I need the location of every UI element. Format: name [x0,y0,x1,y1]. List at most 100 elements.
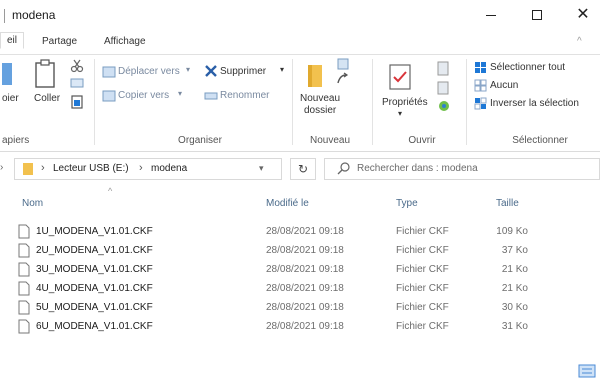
search-box[interactable]: Rechercher dans : modena [324,158,600,180]
table-row[interactable]: 6U_MODENA_V1.01.CKF 28/08/2021 09:18 Fic… [18,317,528,337]
file-type: Fichier CKF [396,264,449,275]
pin-icon[interactable] [2,61,14,89]
window-title: modena [12,8,56,22]
file-type: Fichier CKF [396,226,449,237]
breadcrumb-separator-icon: › [139,162,143,174]
file-name: 2U_MODENA_V1.01.CKF [36,245,153,256]
copy-to-dropdown-icon[interactable]: ▾ [178,89,182,98]
edit-icon[interactable] [436,81,452,95]
table-row[interactable]: 1U_MODENA_V1.01.CKF 28/08/2021 09:18 Fic… [18,222,528,242]
column-header-modified[interactable]: Modifié le [266,198,309,209]
close-button[interactable]: ✕ [560,0,600,30]
file-icon [18,262,30,277]
address-bar[interactable]: › Lecteur USB (E:) › modena ▾ [14,158,282,180]
nav-up-arrow-icon[interactable]: › [0,162,3,173]
table-row[interactable]: 5U_MODENA_V1.01.CKF 28/08/2021 09:18 Fic… [18,298,528,318]
file-type: Fichier CKF [396,283,449,294]
file-size: 31 Ko [501,321,528,332]
table-row[interactable]: 2U_MODENA_V1.01.CKF 28/08/2021 09:18 Fic… [18,241,528,261]
usb-drive-icon [23,163,33,175]
file-name: 5U_MODENA_V1.01.CKF [36,302,153,313]
properties-icon[interactable] [388,63,412,91]
file-type: Fichier CKF [396,245,449,256]
organize-group-label: Organiser [178,135,222,146]
select-none-button[interactable]: Aucun [490,80,518,91]
delete-button[interactable]: Supprimer [220,66,266,77]
open-icon[interactable] [436,61,452,77]
new-folder-button-line2[interactable]: dossier [304,105,336,116]
title-bar: modena ✕ [0,0,600,30]
column-header-type[interactable]: Type [396,198,418,209]
paste-shortcut-icon[interactable] [70,95,84,109]
breadcrumb-modena[interactable]: modena [151,163,187,174]
new-folder-icon[interactable] [304,63,326,89]
table-row[interactable]: 4U_MODENA_V1.01.CKF 28/08/2021 09:18 Fic… [18,279,528,299]
column-header-name[interactable]: Nom [22,198,43,209]
cut-icon[interactable] [70,59,84,73]
file-size: 37 Ko [501,245,528,256]
clipboard-group-label: apiers [2,135,30,146]
breadcrumb-usb-drive[interactable]: Lecteur USB (E:) [53,163,129,174]
select-all-button[interactable]: Sélectionner tout [490,62,565,73]
file-icon [18,281,30,296]
invert-selection-button[interactable]: Inverser la sélection [490,98,579,109]
file-list: ^ Nom Modifié le Type Taille 1U_MODENA_V… [0,186,600,380]
delete-dropdown-icon[interactable]: ▾ [280,65,284,74]
file-name: 3U_MODENA_V1.01.CKF [36,264,153,275]
paste-icon[interactable] [34,59,56,89]
file-modified: 28/08/2021 09:18 [266,264,344,275]
file-modified: 28/08/2021 09:18 [266,321,344,332]
pin-label[interactable]: oier [2,93,19,104]
rename-button[interactable]: Renommer [220,90,269,101]
title-separator [4,9,5,23]
file-size: 21 Ko [501,264,528,275]
ribbon-separator [466,59,467,145]
file-name: 6U_MODENA_V1.01.CKF [36,321,153,332]
table-row[interactable]: 3U_MODENA_V1.01.CKF 28/08/2021 09:18 Fic… [18,260,528,280]
select-none-icon[interactable] [474,79,488,93]
file-icon [18,300,30,315]
refresh-button[interactable]: ↻ [290,158,316,180]
file-name: 1U_MODENA_V1.01.CKF [36,226,153,237]
details-view-icon[interactable] [578,364,596,378]
file-size: 109 Ko [496,226,528,237]
sort-caret-icon: ^ [108,186,113,196]
breadcrumb-separator-icon: › [41,162,45,174]
properties-button[interactable]: Propriétés [382,97,428,108]
open-group-label: Ouvrir [408,135,436,146]
file-type: Fichier CKF [396,321,449,332]
file-icon [18,224,30,239]
file-type: Fichier CKF [396,302,449,313]
address-dropdown-icon[interactable]: ▾ [259,163,264,174]
tab-accueil[interactable]: eil [0,32,25,49]
maximize-button[interactable] [514,0,560,30]
search-placeholder: Rechercher dans : modena [357,163,478,174]
move-to-button[interactable]: Déplacer vers [118,66,180,77]
new-item-icon[interactable] [334,57,354,91]
delete-icon[interactable] [204,64,218,78]
select-all-icon[interactable] [474,61,488,75]
paste-label[interactable]: Coller [34,93,60,104]
copy-to-button[interactable]: Copier vers [118,90,169,101]
tab-partage[interactable]: Partage [36,34,83,49]
file-modified: 28/08/2021 09:18 [266,245,344,256]
rename-icon[interactable] [204,89,218,103]
file-size: 21 Ko [501,283,528,294]
copy-to-icon[interactable] [102,89,116,103]
move-to-dropdown-icon[interactable]: ▾ [186,65,190,74]
new-group-label: Nouveau [309,135,351,146]
invert-selection-icon[interactable] [474,97,488,111]
history-icon[interactable] [436,99,452,113]
file-modified: 28/08/2021 09:18 [266,302,344,313]
tab-affichage[interactable]: Affichage [98,34,152,49]
ribbon-collapse-icon[interactable]: ^ [577,36,582,47]
ribbon-separator [292,59,293,145]
minimize-button[interactable] [468,0,514,30]
properties-dropdown-icon[interactable]: ▾ [398,109,402,118]
column-header-size[interactable]: Taille [496,198,519,209]
file-icon [18,243,30,258]
move-to-icon[interactable] [102,65,116,79]
copy-path-icon[interactable] [70,77,84,89]
minimize-icon [486,14,496,16]
new-folder-button[interactable]: Nouveau [300,93,340,104]
